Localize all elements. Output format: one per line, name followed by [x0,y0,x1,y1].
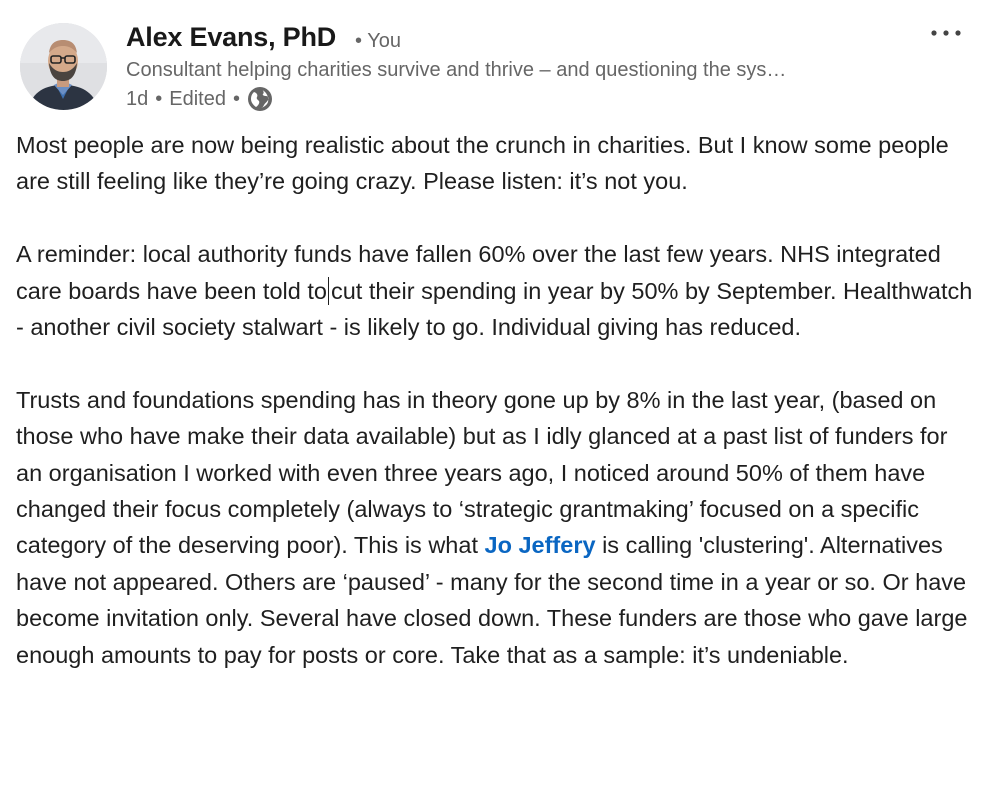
edited-label: Edited [169,87,226,110]
author-avatar[interactable] [20,23,107,110]
meta-separator: • [155,87,163,110]
post-paragraph: A reminder: local authority funds have f… [16,236,978,345]
author-headline: Consultant helping charities survive and… [126,59,787,81]
mention-link[interactable]: Jo Jeffery [485,532,596,558]
more-options-button[interactable] [926,16,966,50]
meta-separator: • [232,87,240,110]
post-paragraph: Trusts and foundations spending has in t… [16,382,978,673]
connection-degree: • You [355,30,401,52]
more-horizontal-icon [931,30,961,36]
profile-photo [20,23,107,110]
author-name[interactable]: Alex Evans, PhD [126,22,336,53]
post-time: 1d [126,87,149,110]
post-meta: 1d • Edited • [126,87,273,111]
text-cursor [327,276,329,305]
post-body: Most people are now being realistic abou… [16,127,978,673]
globe-icon [247,86,273,112]
post-paragraph: Most people are now being realistic abou… [16,132,949,195]
feed-post: Alex Evans, PhD • You Consultant helping… [0,0,986,810]
